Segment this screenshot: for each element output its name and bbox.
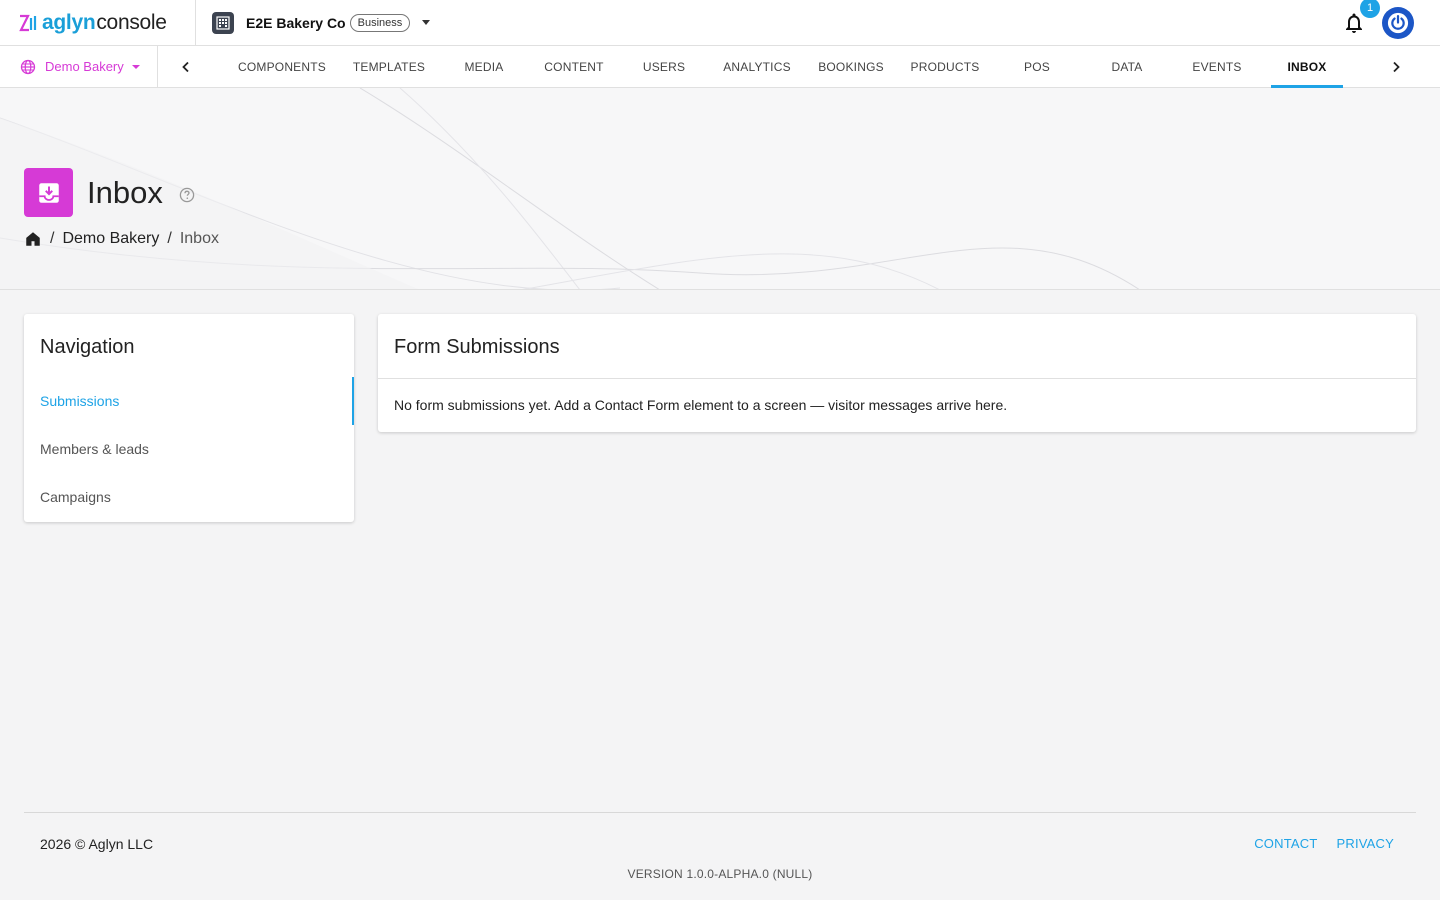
site-selector[interactable]: Demo Bakery [0,45,158,88]
plan-badge: Business [349,13,411,32]
privacy-link[interactable]: PRIVACY [1336,836,1394,851]
contact-link[interactable]: CONTACT [1254,836,1317,851]
footer-links: CONTACT PRIVACY [1235,836,1394,851]
tab-media[interactable]: MEDIA [438,46,530,88]
nav-item-members-leads[interactable]: Members & leads [24,425,354,473]
tab-inbox[interactable]: INBOX [1271,46,1343,88]
company-name: E2E Bakery Co [246,14,346,31]
tab-bookings[interactable]: BOOKINGS [804,46,898,88]
logo-mark-icon [19,14,37,31]
tab-content[interactable]: CONTENT [530,46,618,88]
tab-templates[interactable]: TEMPLATES [340,46,438,88]
globe-icon [20,59,36,74]
page-title-row: Inbox [24,168,195,217]
site-selector-label: Demo Bakery [45,59,124,74]
divider [378,378,1416,379]
logo-text-primary: aglyn [42,10,96,34]
page-header: Inbox / Demo Bakery / Inbox [0,88,1440,290]
form-submissions-title: Form Submissions [394,336,560,358]
nav-item-submissions[interactable]: Submissions [24,377,354,425]
nav-item-campaigns[interactable]: Campaigns [24,473,354,521]
chevron-right-icon [1393,61,1400,73]
empty-state-message: No form submissions yet. Add a Contact F… [394,397,1008,413]
tab-pos[interactable]: POS [992,46,1082,88]
tab-components[interactable]: COMPONENTS [214,46,350,88]
breadcrumb-site-link[interactable]: Demo Bakery [62,230,159,248]
tab-events[interactable]: EVENTS [1172,46,1262,88]
tab-analytics[interactable]: ANALYTICS [710,46,804,88]
tab-users[interactable]: USERS [618,46,710,88]
form-submissions-card: Form Submissions No form submissions yet… [378,314,1416,432]
tabs-scroll-left-button[interactable] [158,46,214,88]
notification-count-badge: 1 [1360,0,1380,18]
help-icon[interactable] [179,187,195,203]
app-logo[interactable]: aglyn console [0,0,196,46]
page-title: Inbox [87,174,163,210]
company-selector[interactable]: E2E Bakery Co Business [196,0,431,46]
notifications-button[interactable]: 1 [1342,0,1380,35]
breadcrumb-current: Inbox [179,230,219,247]
tab-products[interactable]: PRODUCTS [898,46,992,88]
power-icon [1387,12,1409,34]
tab-data[interactable]: DATA [1082,46,1172,88]
breadcrumb: / Demo Bakery / Inbox [24,230,219,248]
chevron-down-icon [422,20,431,25]
decorative-waves [0,88,1140,289]
tabs-scroll-right-button[interactable] [1368,46,1424,88]
navigation-card: Navigation Submissions Members & leads C… [24,314,354,522]
logo-text-secondary: console [96,10,167,34]
top-right-actions: 1 [1342,0,1414,46]
account-power-button[interactable] [1382,7,1414,39]
navigation-card-title: Navigation [40,336,135,358]
breadcrumb-separator: / [50,230,55,247]
version-label: VERSION 1.0.0-ALPHA.0 (NULL) [627,867,813,881]
chevron-left-icon [182,61,189,72]
footer-divider [24,812,1416,813]
module-tabs: COMPONENTS TEMPLATES MEDIA CONTENT USERS… [214,46,1364,88]
module-nav-bar: Demo Bakery COMPONENTS TEMPLATES MEDIA C… [0,45,1440,88]
chevron-down-icon [131,64,140,69]
inbox-icon [24,168,73,217]
home-icon[interactable] [24,230,42,248]
building-icon [212,11,234,34]
top-bar: aglyn console E2E Bakery Co Business 1 [0,0,1440,46]
breadcrumb-separator: / [167,230,172,247]
footer-copyright: 2026 © Aglyn LLC [40,836,154,852]
